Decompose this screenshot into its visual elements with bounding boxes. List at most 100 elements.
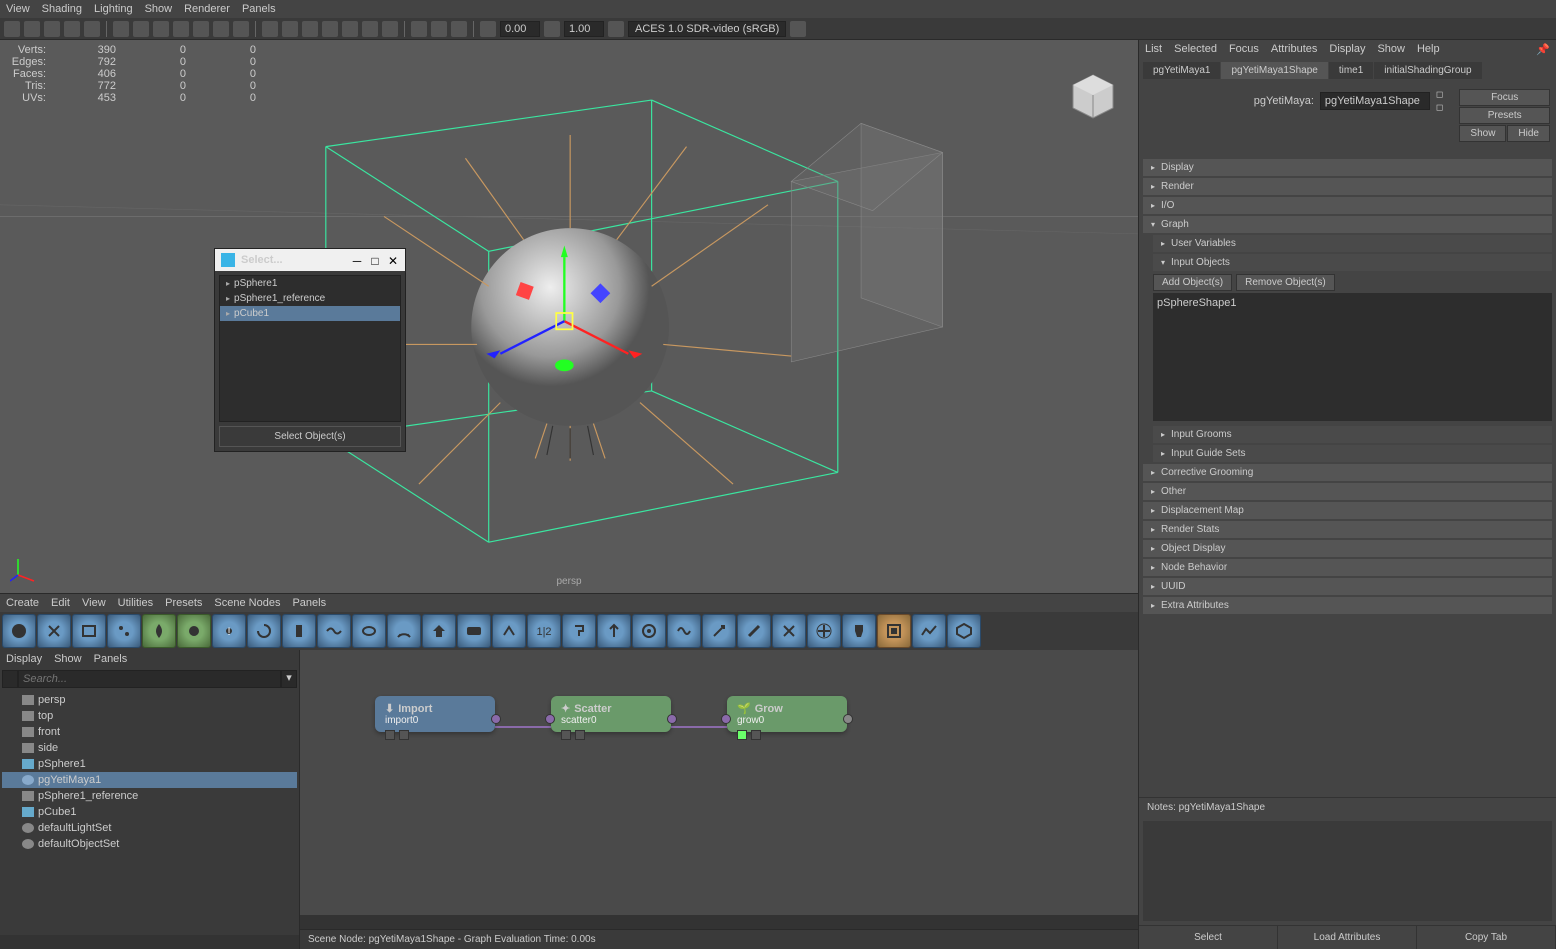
menu-view[interactable]: View xyxy=(6,3,30,15)
outliner-item-side[interactable]: side xyxy=(2,740,297,756)
outliner-item-psphere1-reference[interactable]: pSphere1_reference xyxy=(2,788,297,804)
tool-select-camera-icon[interactable] xyxy=(4,21,20,37)
presets-button[interactable]: Presets xyxy=(1459,107,1550,124)
search-filter-icon[interactable] xyxy=(2,670,18,688)
ne-tool-5-icon[interactable] xyxy=(142,614,176,648)
ne-tool-3-icon[interactable] xyxy=(72,614,106,648)
hide-button[interactable]: Hide xyxy=(1507,125,1550,142)
ne-tool-18-icon[interactable] xyxy=(597,614,631,648)
ne-tool-12-icon[interactable] xyxy=(387,614,421,648)
section-render-stats[interactable]: Render Stats xyxy=(1143,521,1552,538)
tool-shaded-icon[interactable] xyxy=(282,21,298,37)
menu-panels[interactable]: Panels xyxy=(242,3,276,15)
gamma-input[interactable] xyxy=(564,21,604,37)
outliner-item-front[interactable]: front xyxy=(2,724,297,740)
tool-xray-joints-icon[interactable] xyxy=(451,21,467,37)
ne-tool-6-icon[interactable] xyxy=(177,614,211,648)
ae-menu-show[interactable]: Show xyxy=(1377,43,1405,55)
tool-gate-mask-icon[interactable] xyxy=(153,21,169,37)
tool-exposure-icon[interactable] xyxy=(480,21,496,37)
outliner-menu-display[interactable]: Display xyxy=(6,653,42,665)
ne-tool-16-icon[interactable]: 1|2 xyxy=(527,614,561,648)
show-button[interactable]: Show xyxy=(1459,125,1506,142)
select-objects-button[interactable]: Select Object(s) xyxy=(219,426,401,447)
ne-tool-14-icon[interactable] xyxy=(457,614,491,648)
node-grow[interactable]: 🌱Grow grow0 xyxy=(727,696,847,732)
maximize-icon[interactable]: □ xyxy=(369,254,381,266)
ne-menu-view[interactable]: View xyxy=(82,597,106,609)
focus-button[interactable]: Focus xyxy=(1459,89,1550,106)
tool-view-transform-icon[interactable] xyxy=(608,21,624,37)
tool-image-plane-icon[interactable] xyxy=(44,21,60,37)
section-input-grooms[interactable]: Input Grooms xyxy=(1153,426,1552,443)
ae-menu-help[interactable]: Help xyxy=(1417,43,1440,55)
tab-pgyetimaya1shape[interactable]: pgYetiMaya1Shape xyxy=(1221,62,1327,79)
tool-safe-action-icon[interactable] xyxy=(193,21,209,37)
node-output-port[interactable] xyxy=(491,714,501,724)
menu-show[interactable]: Show xyxy=(145,3,173,15)
ne-menu-create[interactable]: Create xyxy=(6,597,39,609)
outliner-scrollbar[interactable] xyxy=(0,935,299,949)
ne-tool-11-icon[interactable] xyxy=(352,614,386,648)
node-port[interactable] xyxy=(561,730,571,740)
search-input[interactable] xyxy=(18,670,281,688)
ne-tool-15-icon[interactable] xyxy=(492,614,526,648)
tool-antialias-icon[interactable] xyxy=(382,21,398,37)
outliner-item-persp[interactable]: persp xyxy=(2,692,297,708)
section-display[interactable]: Display xyxy=(1143,159,1552,176)
node-port[interactable] xyxy=(399,730,409,740)
input-objects-list[interactable]: pSphereShape1 xyxy=(1153,293,1552,421)
ae-menu-selected[interactable]: Selected xyxy=(1174,43,1217,55)
tool-ao-icon[interactable] xyxy=(362,21,378,37)
outliner-menu-panels[interactable]: Panels xyxy=(94,653,128,665)
node-output-port[interactable] xyxy=(667,714,677,724)
section-render[interactable]: Render xyxy=(1143,178,1552,195)
ne-tool-13-icon[interactable] xyxy=(422,614,456,648)
ne-tool-28-icon[interactable] xyxy=(947,614,981,648)
minimize-icon[interactable]: ─ xyxy=(351,254,363,266)
pin-icon[interactable]: 📌 xyxy=(1536,43,1550,56)
nav-fwd-icon[interactable]: ◻ xyxy=(1436,102,1443,113)
tool-grid-icon[interactable] xyxy=(113,21,129,37)
outliner-menu-show[interactable]: Show xyxy=(54,653,82,665)
ne-tool-22-icon[interactable] xyxy=(737,614,771,648)
outliner-item-defaultlightset[interactable]: defaultLightSet xyxy=(2,820,297,836)
section-extra-attributes[interactable]: Extra Attributes xyxy=(1143,597,1552,614)
exposure-input[interactable] xyxy=(500,21,540,37)
view-cube-icon[interactable] xyxy=(1068,70,1118,120)
close-icon[interactable]: ✕ xyxy=(387,254,399,266)
tab-pgyetimaya1[interactable]: pgYetiMaya1 xyxy=(1143,62,1220,79)
ne-menu-presets[interactable]: Presets xyxy=(165,597,202,609)
menu-lighting[interactable]: Lighting xyxy=(94,3,133,15)
3d-viewport[interactable]: Verts:39000 Edges:79200 Faces:40600 Tris… xyxy=(0,40,1138,593)
ne-tool-24-icon[interactable] xyxy=(807,614,841,648)
search-dropdown-icon[interactable]: ▾ xyxy=(281,670,297,688)
section-graph[interactable]: Graph xyxy=(1143,216,1552,233)
ne-tool-19-icon[interactable] xyxy=(632,614,666,648)
section-input-guide-sets[interactable]: Input Guide Sets xyxy=(1153,445,1552,462)
node-port[interactable] xyxy=(385,730,395,740)
tool-bookmark-icon[interactable] xyxy=(24,21,40,37)
tool-film-gate-icon[interactable] xyxy=(133,21,149,37)
ne-menu-utilities[interactable]: Utilities xyxy=(118,597,153,609)
node-graph[interactable]: ⬇Import import0 ✦Scatter scatter0 xyxy=(300,650,1138,915)
tool-wireframe-icon[interactable] xyxy=(262,21,278,37)
ne-tool-9-icon[interactable] xyxy=(282,614,316,648)
menu-renderer[interactable]: Renderer xyxy=(184,3,230,15)
node-port[interactable] xyxy=(737,730,747,740)
ne-tool-8-icon[interactable] xyxy=(247,614,281,648)
node-scatter[interactable]: ✦Scatter scatter0 xyxy=(551,696,671,732)
node-output-port[interactable] xyxy=(843,714,853,724)
section-uuid[interactable]: UUID xyxy=(1143,578,1552,595)
tab-time1[interactable]: time1 xyxy=(1329,62,1373,79)
ne-tool-21-icon[interactable] xyxy=(702,614,736,648)
section-input-objects[interactable]: Input Objects xyxy=(1153,254,1552,271)
remove-objects-button[interactable]: Remove Object(s) xyxy=(1236,274,1335,291)
tool-xray-icon[interactable] xyxy=(431,21,447,37)
ae-menu-attributes[interactable]: Attributes xyxy=(1271,43,1317,55)
section-corrective-grooming[interactable]: Corrective Grooming xyxy=(1143,464,1552,481)
menu-shading[interactable]: Shading xyxy=(42,3,82,15)
ne-tool-17-icon[interactable] xyxy=(562,614,596,648)
ne-tool-1-icon[interactable] xyxy=(2,614,36,648)
node-import[interactable]: ⬇Import import0 xyxy=(375,696,495,732)
